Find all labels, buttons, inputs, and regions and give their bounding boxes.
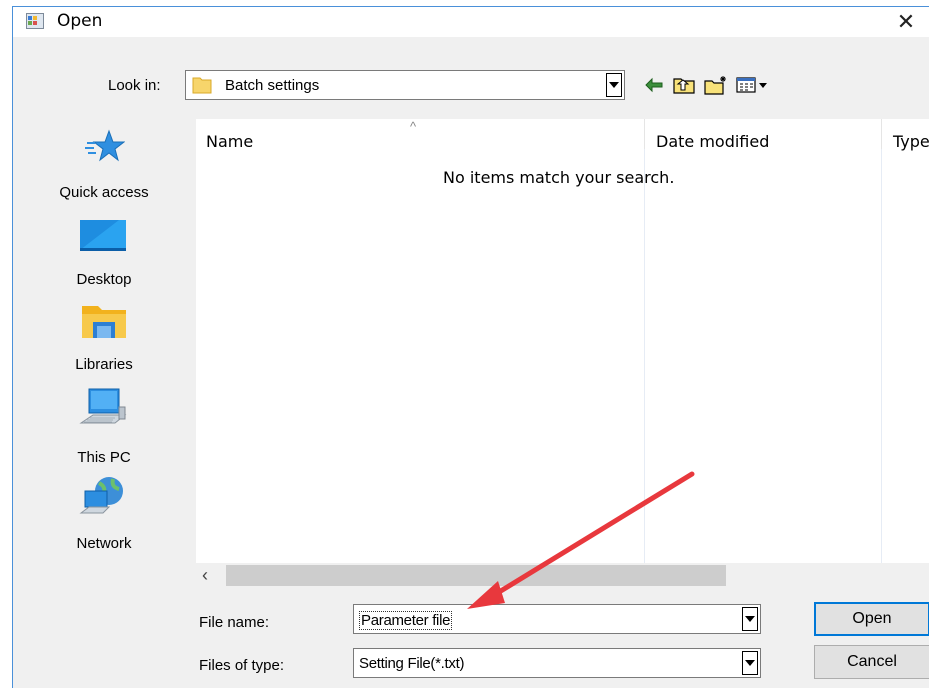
annotation-arrow	[467, 471, 695, 609]
